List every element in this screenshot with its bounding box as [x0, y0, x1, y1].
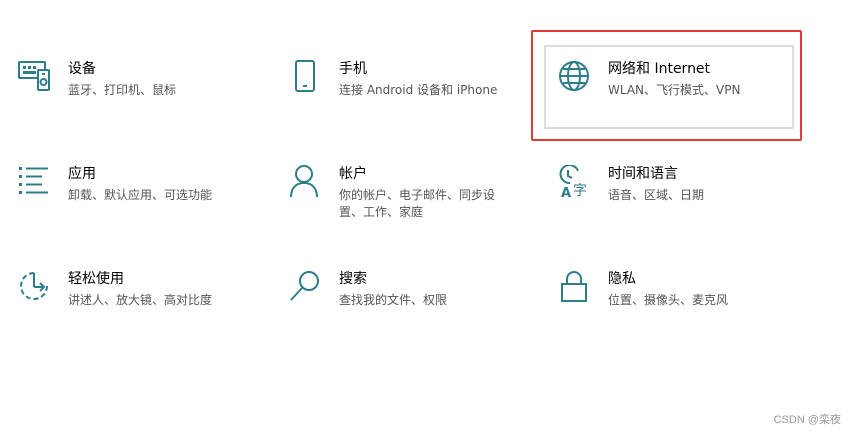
tile-description: WLAN、飞行模式、VPN	[608, 83, 741, 97]
ease-of-access-icon	[18, 270, 52, 304]
settings-tile-ease-of-access[interactable]: 轻松使用 讲述人、放大镜、高对比度	[18, 270, 268, 350]
apps-list-icon	[18, 165, 52, 199]
tile-description: 查找我的文件、权限	[339, 293, 448, 307]
tile-description: 你的帐户、电子邮件、同步设置、工作、家庭	[339, 188, 496, 219]
tile-description: 讲述人、放大镜、高对比度	[68, 293, 213, 307]
search-icon	[289, 270, 323, 304]
tile-title: 搜索	[339, 271, 367, 287]
settings-tile-phone[interactable]: 手机 连接 Android 设备和 iPhone	[289, 60, 539, 140]
settings-tile-time-language[interactable]: A 字 时间和语言 语音、区域、日期	[558, 165, 808, 245]
tile-title: 轻松使用	[68, 271, 124, 287]
tile-title: 网络和 Internet	[608, 61, 711, 77]
watermark: CSDN @栾夜	[773, 414, 841, 426]
tile-title: 时间和语言	[608, 166, 678, 182]
settings-tile-network[interactable]: 网络和 Internet WLAN、飞行模式、VPN	[558, 60, 808, 140]
tile-description: 位置、摄像头、麦克风	[608, 293, 729, 307]
tile-title: 隐私	[608, 271, 636, 287]
svg-text:字: 字	[573, 183, 587, 199]
lock-icon	[558, 270, 592, 304]
tile-description: 语音、区域、日期	[608, 188, 705, 202]
settings-tile-accounts[interactable]: 帐户 你的帐户、电子邮件、同步设置、工作、家庭	[289, 165, 539, 245]
settings-tile-privacy[interactable]: 隐私 位置、摄像头、麦克风	[558, 270, 808, 350]
tile-description: 蓝牙、打印机、鼠标	[68, 83, 177, 97]
tile-title: 设备	[68, 61, 96, 77]
keyboard-device-icon	[18, 60, 52, 94]
time-language-icon: A 字	[558, 165, 592, 199]
svg-text:A: A	[561, 186, 571, 199]
tile-title: 应用	[68, 166, 96, 182]
tile-title: 手机	[339, 61, 367, 77]
phone-icon	[289, 60, 323, 94]
tile-title: 帐户	[339, 166, 367, 182]
settings-tile-search[interactable]: 搜索 查找我的文件、权限	[289, 270, 539, 350]
globe-icon	[558, 60, 592, 94]
tile-description: 连接 Android 设备和 iPhone	[339, 83, 498, 97]
tile-description: 卸载、默认应用、可选功能	[68, 188, 213, 202]
settings-tile-apps[interactable]: 应用 卸载、默认应用、可选功能	[18, 165, 268, 245]
person-icon	[289, 165, 323, 199]
settings-tile-devices[interactable]: 设备 蓝牙、打印机、鼠标	[18, 60, 268, 140]
